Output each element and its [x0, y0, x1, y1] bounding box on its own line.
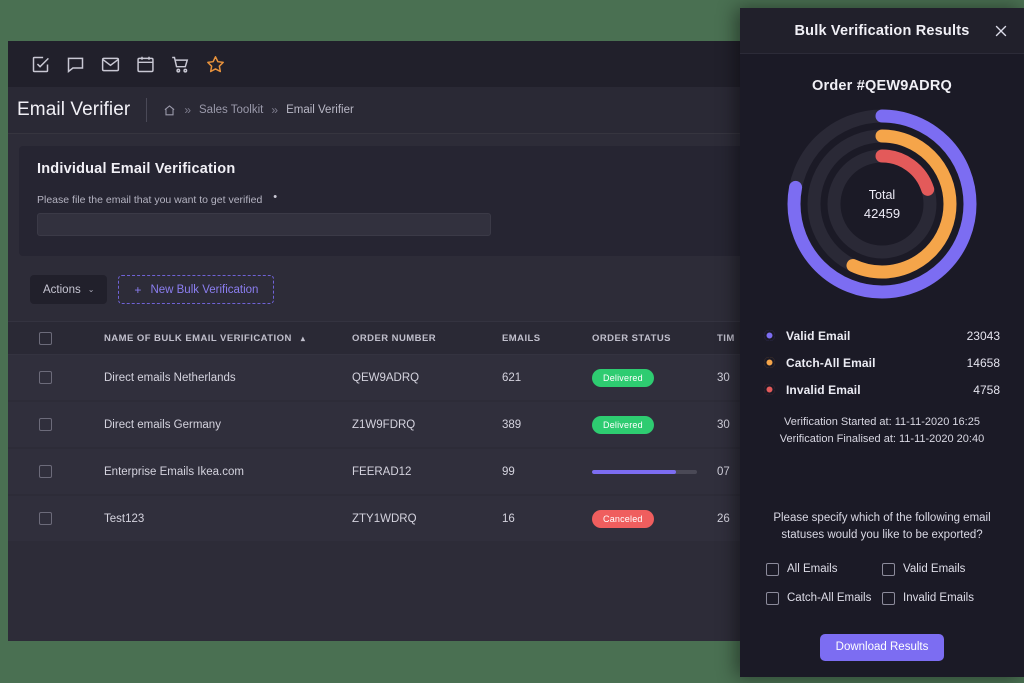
cell-order-status: Canceled — [592, 510, 717, 528]
verification-timestamps: Verification Started at: 11-11-2020 16:2… — [740, 414, 1024, 448]
cell-order-status: Delivered — [592, 416, 717, 434]
export-option-label: Invalid Emails — [903, 592, 974, 604]
legend-value: 23043 — [967, 329, 1000, 343]
bulk-verification-results-modal: Bulk Verification Results Order #QEW9ADR… — [740, 8, 1024, 677]
order-status-progress — [592, 470, 697, 474]
envelope-icon[interactable] — [100, 54, 121, 75]
column-header-order-number[interactable]: ORDER NUMBER — [352, 333, 502, 344]
status-badge: Canceled — [592, 510, 654, 528]
legend-label: Catch-All Email — [786, 356, 967, 370]
cell-order-number: ZTY1WDRQ — [352, 513, 502, 525]
breadcrumb: » Sales Toolkit » Email Verifier — [163, 103, 353, 117]
cell-emails: 389 — [502, 419, 592, 431]
breadcrumb-item-email-verifier: Email Verifier — [286, 104, 354, 116]
order-number-heading: Order #QEW9ADRQ — [740, 78, 1024, 94]
chart-legend: Valid Email23043Catch-All Email14658Inva… — [764, 325, 1000, 400]
modal-header: Bulk Verification Results — [740, 8, 1024, 54]
row-checkbox[interactable] — [39, 512, 52, 525]
cell-emails: 99 — [502, 466, 592, 478]
home-icon[interactable] — [163, 104, 176, 117]
download-button-wrap: Download Results — [740, 634, 1024, 661]
select-all-cell — [8, 332, 82, 345]
cell-order-status — [592, 470, 717, 474]
row-select-cell — [8, 418, 82, 431]
legend-row: Catch-All Email14658 — [764, 352, 1000, 373]
legend-row: Valid Email23043 — [764, 325, 1000, 346]
export-option-label: Catch-All Emails — [787, 592, 871, 604]
legend-color-dot — [764, 357, 775, 368]
calendar-icon[interactable] — [135, 54, 156, 75]
cell-order-number: Z1W9FDRQ — [352, 419, 502, 431]
shopping-cart-icon[interactable] — [170, 54, 191, 75]
email-field-label-text: Please file the email that you want to g… — [37, 194, 262, 206]
export-option-invalid-emails[interactable]: Invalid Emails — [882, 592, 998, 605]
breadcrumb-separator-1: » — [184, 103, 191, 117]
export-option-checkbox[interactable] — [766, 592, 779, 605]
export-option-all-emails[interactable]: All Emails — [766, 563, 882, 576]
row-checkbox[interactable] — [39, 418, 52, 431]
plus-icon: + — [134, 283, 141, 297]
title-divider — [146, 98, 147, 122]
row-select-cell — [8, 465, 82, 478]
export-option-label: All Emails — [787, 563, 837, 575]
legend-row: Invalid Email4758 — [764, 379, 1000, 400]
email-input[interactable] — [37, 213, 491, 236]
row-checkbox[interactable] — [39, 465, 52, 478]
cell-name: Direct emails Netherlands — [82, 372, 352, 384]
status-badge: Delivered — [592, 416, 654, 434]
required-marker: • — [273, 194, 277, 201]
cell-emails: 16 — [502, 513, 592, 525]
cell-order-status: Delivered — [592, 369, 717, 387]
row-select-cell — [8, 371, 82, 384]
close-icon[interactable] — [992, 22, 1010, 40]
legend-value: 14658 — [967, 356, 1000, 370]
actions-button-label: Actions — [43, 284, 81, 296]
cell-order-number: FEERAD12 — [352, 466, 502, 478]
export-option-checkbox[interactable] — [766, 563, 779, 576]
breadcrumb-separator-2: » — [271, 103, 278, 117]
row-checkbox[interactable] — [39, 371, 52, 384]
chevron-down-icon: ⌄ — [88, 285, 95, 294]
download-results-button[interactable]: Download Results — [820, 634, 944, 661]
legend-label: Valid Email — [786, 329, 967, 343]
cell-name: Test123 — [82, 513, 352, 525]
star-icon[interactable] — [205, 54, 226, 75]
actions-button[interactable]: Actions ⌄ — [30, 275, 107, 304]
legend-color-dot — [764, 384, 775, 395]
cell-emails: 621 — [502, 372, 592, 384]
modal-title: Bulk Verification Results — [794, 23, 969, 39]
status-badge: Delivered — [592, 369, 654, 387]
new-bulk-verification-button[interactable]: + New Bulk Verification — [118, 275, 274, 304]
export-option-checkbox[interactable] — [882, 592, 895, 605]
checkbox-task-icon[interactable] — [30, 54, 51, 75]
legend-color-dot — [764, 330, 775, 341]
select-all-checkbox[interactable] — [39, 332, 52, 345]
donut-chart: Total 42459 — [782, 104, 982, 304]
verification-finalised-at: Verification Finalised at: 11-11-2020 20… — [740, 431, 1024, 448]
new-bulk-verification-label: New Bulk Verification — [150, 284, 258, 296]
column-header-order-status[interactable]: ORDER STATUS — [592, 333, 717, 344]
export-options-grid: All Emails Valid Emails Catch-All Emails In… — [766, 563, 998, 605]
cell-order-number: QEW9ADRQ — [352, 372, 502, 384]
column-header-emails[interactable]: EMAILS — [502, 333, 592, 344]
export-question: Please specify which of the following em… — [762, 510, 1002, 545]
sort-ascending-icon: ▴ — [301, 334, 305, 343]
column-header-name-label: NAME OF BULK EMAIL VERIFICATION — [104, 333, 292, 344]
cell-name: Direct emails Germany — [82, 419, 352, 431]
page-title: Email Verifier — [17, 99, 130, 121]
row-select-cell — [8, 512, 82, 525]
legend-value: 4758 — [973, 383, 1000, 397]
donut-chart-wrap: Total 42459 — [740, 104, 1024, 304]
chat-bubble-icon[interactable] — [65, 54, 86, 75]
breadcrumb-item-sales-toolkit[interactable]: Sales Toolkit — [199, 104, 263, 116]
export-option-valid-emails[interactable]: Valid Emails — [882, 563, 998, 576]
column-header-name[interactable]: NAME OF BULK EMAIL VERIFICATION ▴ — [82, 333, 352, 344]
cell-name: Enterprise Emails Ikea.com — [82, 466, 352, 478]
legend-label: Invalid Email — [786, 383, 973, 397]
export-option-checkbox[interactable] — [882, 563, 895, 576]
export-option-label: Valid Emails — [903, 563, 965, 575]
verification-started-at: Verification Started at: 11-11-2020 16:2… — [740, 414, 1024, 431]
export-option-catch-all-emails[interactable]: Catch-All Emails — [766, 592, 882, 605]
